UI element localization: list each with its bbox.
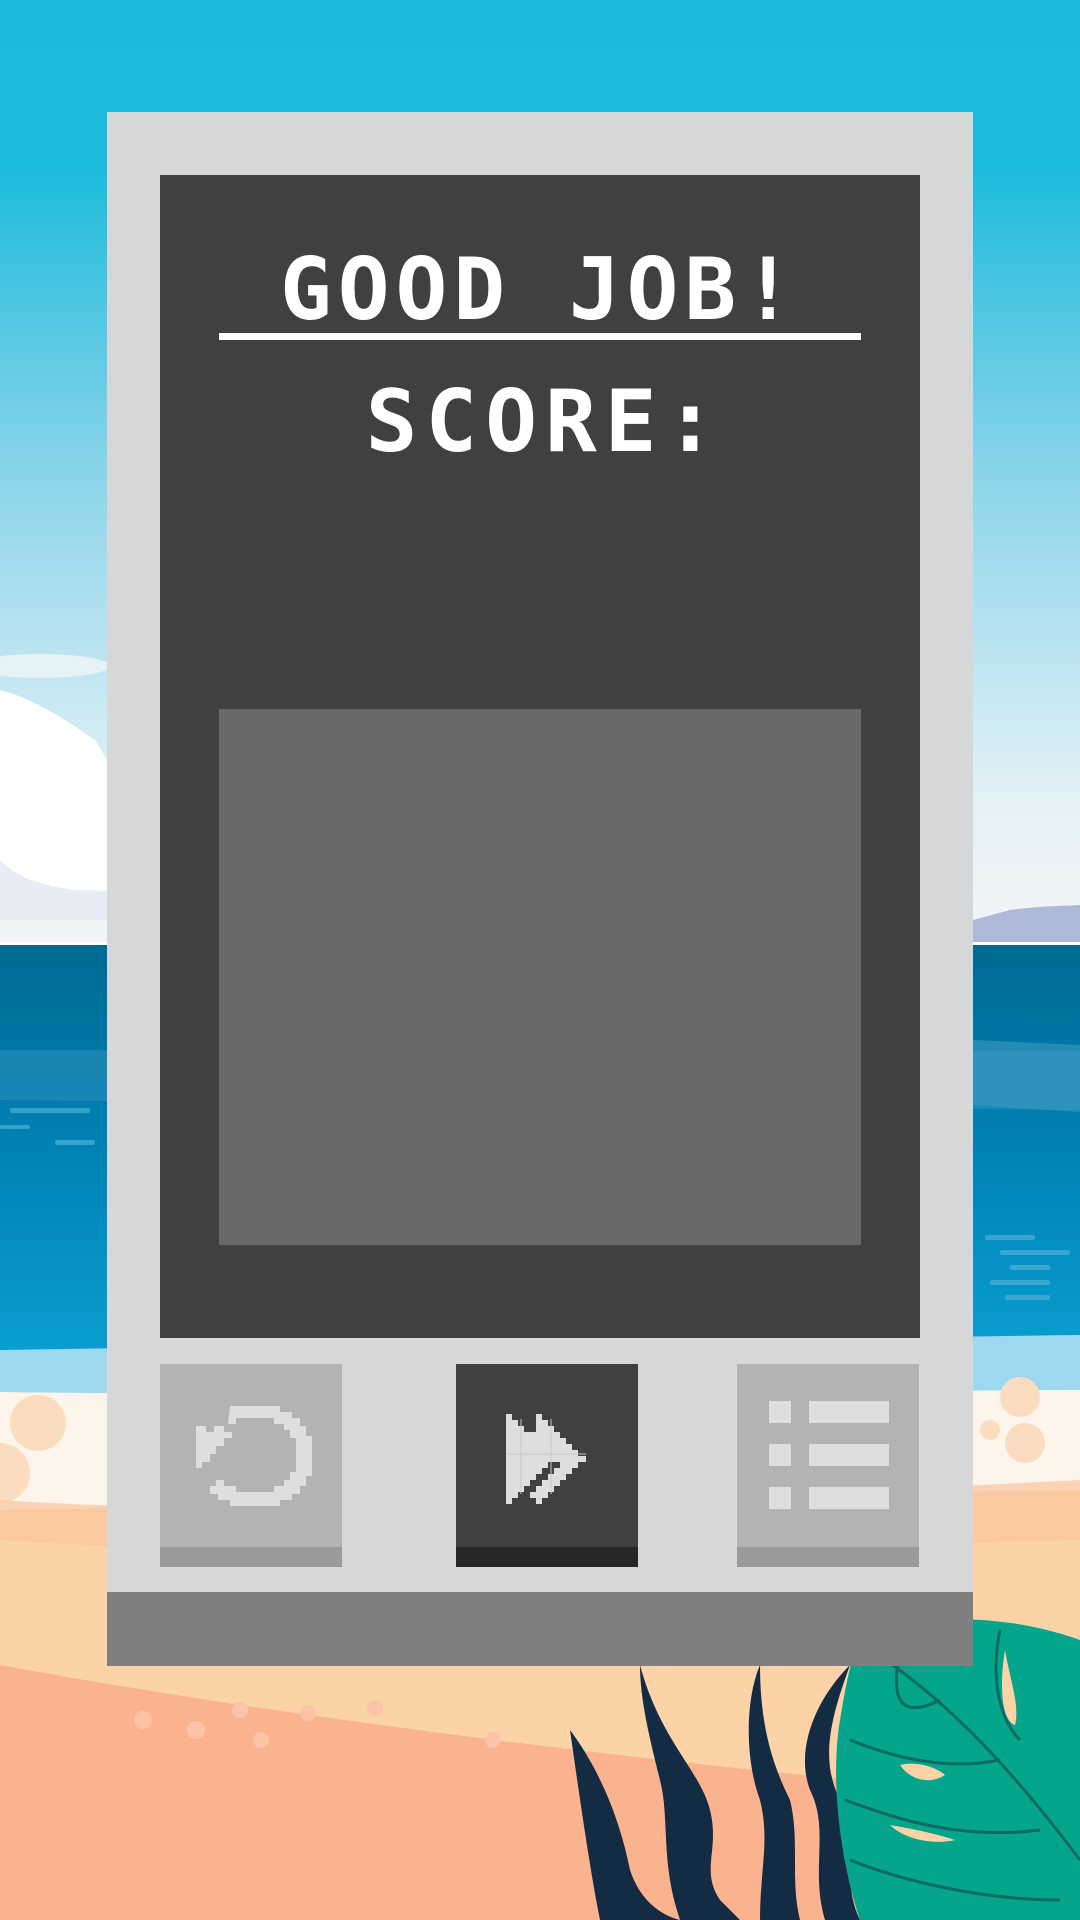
restart-icon xyxy=(196,1406,312,1506)
result-screen: GOOD JOB! SCORE: xyxy=(160,175,920,1338)
good-job-title: GOOD JOB! xyxy=(280,240,800,340)
restart-button[interactable] xyxy=(160,1364,342,1567)
panel-footer-bar xyxy=(107,1592,973,1666)
score-preview-box xyxy=(219,709,861,1245)
score-label: SCORE: xyxy=(365,372,725,472)
title-underline xyxy=(219,333,861,340)
game-over-panel: GOOD JOB! SCORE: xyxy=(107,112,973,1666)
list-menu-icon xyxy=(769,1401,889,1509)
fast-forward-icon xyxy=(506,1414,586,1504)
next-button[interactable] xyxy=(456,1364,638,1567)
menu-button[interactable] xyxy=(737,1364,919,1567)
